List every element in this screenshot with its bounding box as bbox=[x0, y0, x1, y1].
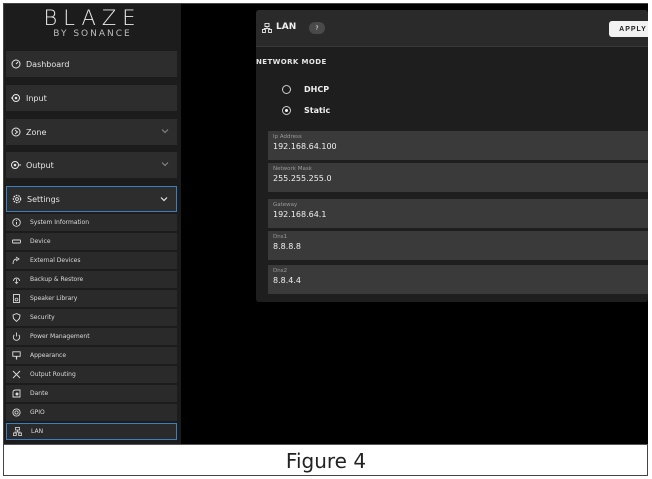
logo-sub: BY SONANCE bbox=[53, 29, 132, 39]
settings-item-lan[interactable]: LAN bbox=[6, 423, 177, 440]
ip-address-field[interactable]: Ip Address 192.168.64.100 bbox=[268, 131, 648, 160]
network-icon bbox=[13, 427, 22, 436]
settings-item-label: Device bbox=[30, 238, 51, 245]
field-label: Ip Address bbox=[273, 134, 302, 140]
external-devices-icon bbox=[12, 256, 21, 265]
sidebar-item-settings[interactable]: Settings bbox=[6, 186, 177, 212]
settings-item-system-information[interactable]: System Information bbox=[6, 214, 177, 231]
sidebar-item-input[interactable]: Input bbox=[6, 85, 177, 111]
zone-icon bbox=[11, 127, 21, 137]
field-label: Gateway bbox=[273, 202, 298, 208]
settings-item-external-devices[interactable]: External Devices bbox=[6, 252, 177, 269]
radio-label: DHCP bbox=[304, 84, 330, 94]
field-value: 8.8.8.8 bbox=[273, 242, 301, 251]
radio-dhcp[interactable]: DHCP bbox=[282, 82, 329, 96]
chevron-down-icon bbox=[161, 162, 169, 167]
settings-icon bbox=[12, 194, 22, 204]
settings-item-power-management[interactable]: Power Management bbox=[6, 328, 177, 345]
settings-item-speaker-library[interactable]: Speaker Library bbox=[6, 290, 177, 307]
radio-button-selected[interactable] bbox=[282, 105, 291, 115]
field-value: 192.168.64.1 bbox=[273, 210, 327, 219]
power-icon bbox=[12, 332, 21, 341]
settings-item-label: Output Routing bbox=[30, 371, 76, 378]
settings-item-label: Dante bbox=[30, 390, 49, 397]
settings-item-label: Backup & Restore bbox=[30, 276, 84, 283]
network-icon bbox=[262, 23, 272, 33]
gpio-icon bbox=[12, 408, 21, 417]
sidebar-item-zone[interactable]: Zone bbox=[6, 119, 177, 145]
field-value: 192.168.64.100 bbox=[273, 142, 337, 151]
logo: BLAZE BY SONANCE bbox=[4, 4, 181, 46]
network-mode-label: NETWORK MODE bbox=[256, 58, 327, 66]
settings-item-label: Security bbox=[30, 314, 55, 321]
settings-item-label: System Information bbox=[30, 219, 90, 226]
lan-panel: LAN ? APPLY NETWORK MODE DHCP Static Ip … bbox=[256, 10, 648, 302]
dns1-field[interactable]: Dns1 8.8.8.8 bbox=[268, 231, 648, 260]
field-label: Network Mask bbox=[273, 166, 312, 172]
sidebar-item-label: Input bbox=[26, 93, 47, 103]
panel-header: LAN ? APPLY bbox=[256, 10, 648, 47]
dante-icon bbox=[12, 389, 21, 398]
sidebar-item-label: Settings bbox=[27, 194, 60, 204]
routing-icon bbox=[12, 370, 21, 379]
shield-icon bbox=[12, 313, 21, 322]
output-icon bbox=[11, 160, 21, 170]
help-button[interactable]: ? bbox=[309, 22, 325, 34]
field-value: 255.255.255.0 bbox=[273, 174, 332, 183]
figure-caption: Figure 4 bbox=[4, 444, 648, 477]
sidebar: BLAZE BY SONANCE Dashboard Input Zone Ou… bbox=[4, 4, 181, 444]
info-icon bbox=[12, 218, 21, 227]
settings-item-label: Appearance bbox=[30, 352, 67, 359]
dns2-field[interactable]: Dns2 8.8.4.4 bbox=[268, 265, 648, 294]
settings-item-device[interactable]: Device bbox=[6, 233, 177, 250]
dashboard-icon bbox=[11, 59, 21, 69]
settings-item-label: GPIO bbox=[30, 409, 45, 416]
sidebar-item-label: Zone bbox=[26, 127, 47, 137]
settings-item-label: LAN bbox=[31, 428, 44, 435]
input-icon bbox=[11, 93, 21, 103]
sidebar-item-label: Dashboard bbox=[26, 59, 70, 69]
device-icon bbox=[12, 237, 21, 246]
sidebar-item-output[interactable]: Output bbox=[6, 152, 177, 178]
radio-label: Static bbox=[304, 105, 331, 115]
settings-item-gpio[interactable]: GPIO bbox=[6, 404, 177, 421]
sidebar-item-label: Output bbox=[26, 160, 54, 170]
field-label: Dns1 bbox=[273, 234, 288, 240]
settings-item-label: External Devices bbox=[30, 257, 81, 264]
gateway-field[interactable]: Gateway 192.168.64.1 bbox=[268, 199, 648, 228]
chevron-down-icon bbox=[161, 129, 169, 134]
settings-item-label: Speaker Library bbox=[30, 295, 78, 302]
logo-main: BLAZE bbox=[43, 6, 142, 30]
settings-item-backup-restore[interactable]: Backup & Restore bbox=[6, 271, 177, 288]
settings-item-output-routing[interactable]: Output Routing bbox=[6, 366, 177, 383]
radio-static[interactable]: Static bbox=[282, 103, 330, 117]
panel-title: LAN bbox=[276, 22, 297, 32]
speaker-library-icon bbox=[12, 294, 21, 303]
field-value: 8.8.4.4 bbox=[273, 276, 301, 285]
backup-restore-icon bbox=[12, 275, 21, 284]
appearance-icon bbox=[12, 351, 21, 360]
settings-item-appearance[interactable]: Appearance bbox=[6, 347, 177, 364]
field-label: Dns2 bbox=[273, 268, 288, 274]
app-screen: BLAZE BY SONANCE Dashboard Input Zone Ou… bbox=[4, 4, 648, 444]
settings-item-label: Power Management bbox=[30, 333, 90, 340]
radio-button[interactable] bbox=[282, 84, 291, 94]
sidebar-item-dashboard[interactable]: Dashboard bbox=[6, 51, 177, 77]
settings-item-dante[interactable]: Dante bbox=[6, 385, 177, 402]
settings-item-security[interactable]: Security bbox=[6, 309, 177, 326]
chevron-down-icon bbox=[160, 197, 168, 202]
apply-button[interactable]: APPLY bbox=[609, 21, 648, 37]
network-mask-field[interactable]: Network Mask 255.255.255.0 bbox=[268, 163, 648, 192]
